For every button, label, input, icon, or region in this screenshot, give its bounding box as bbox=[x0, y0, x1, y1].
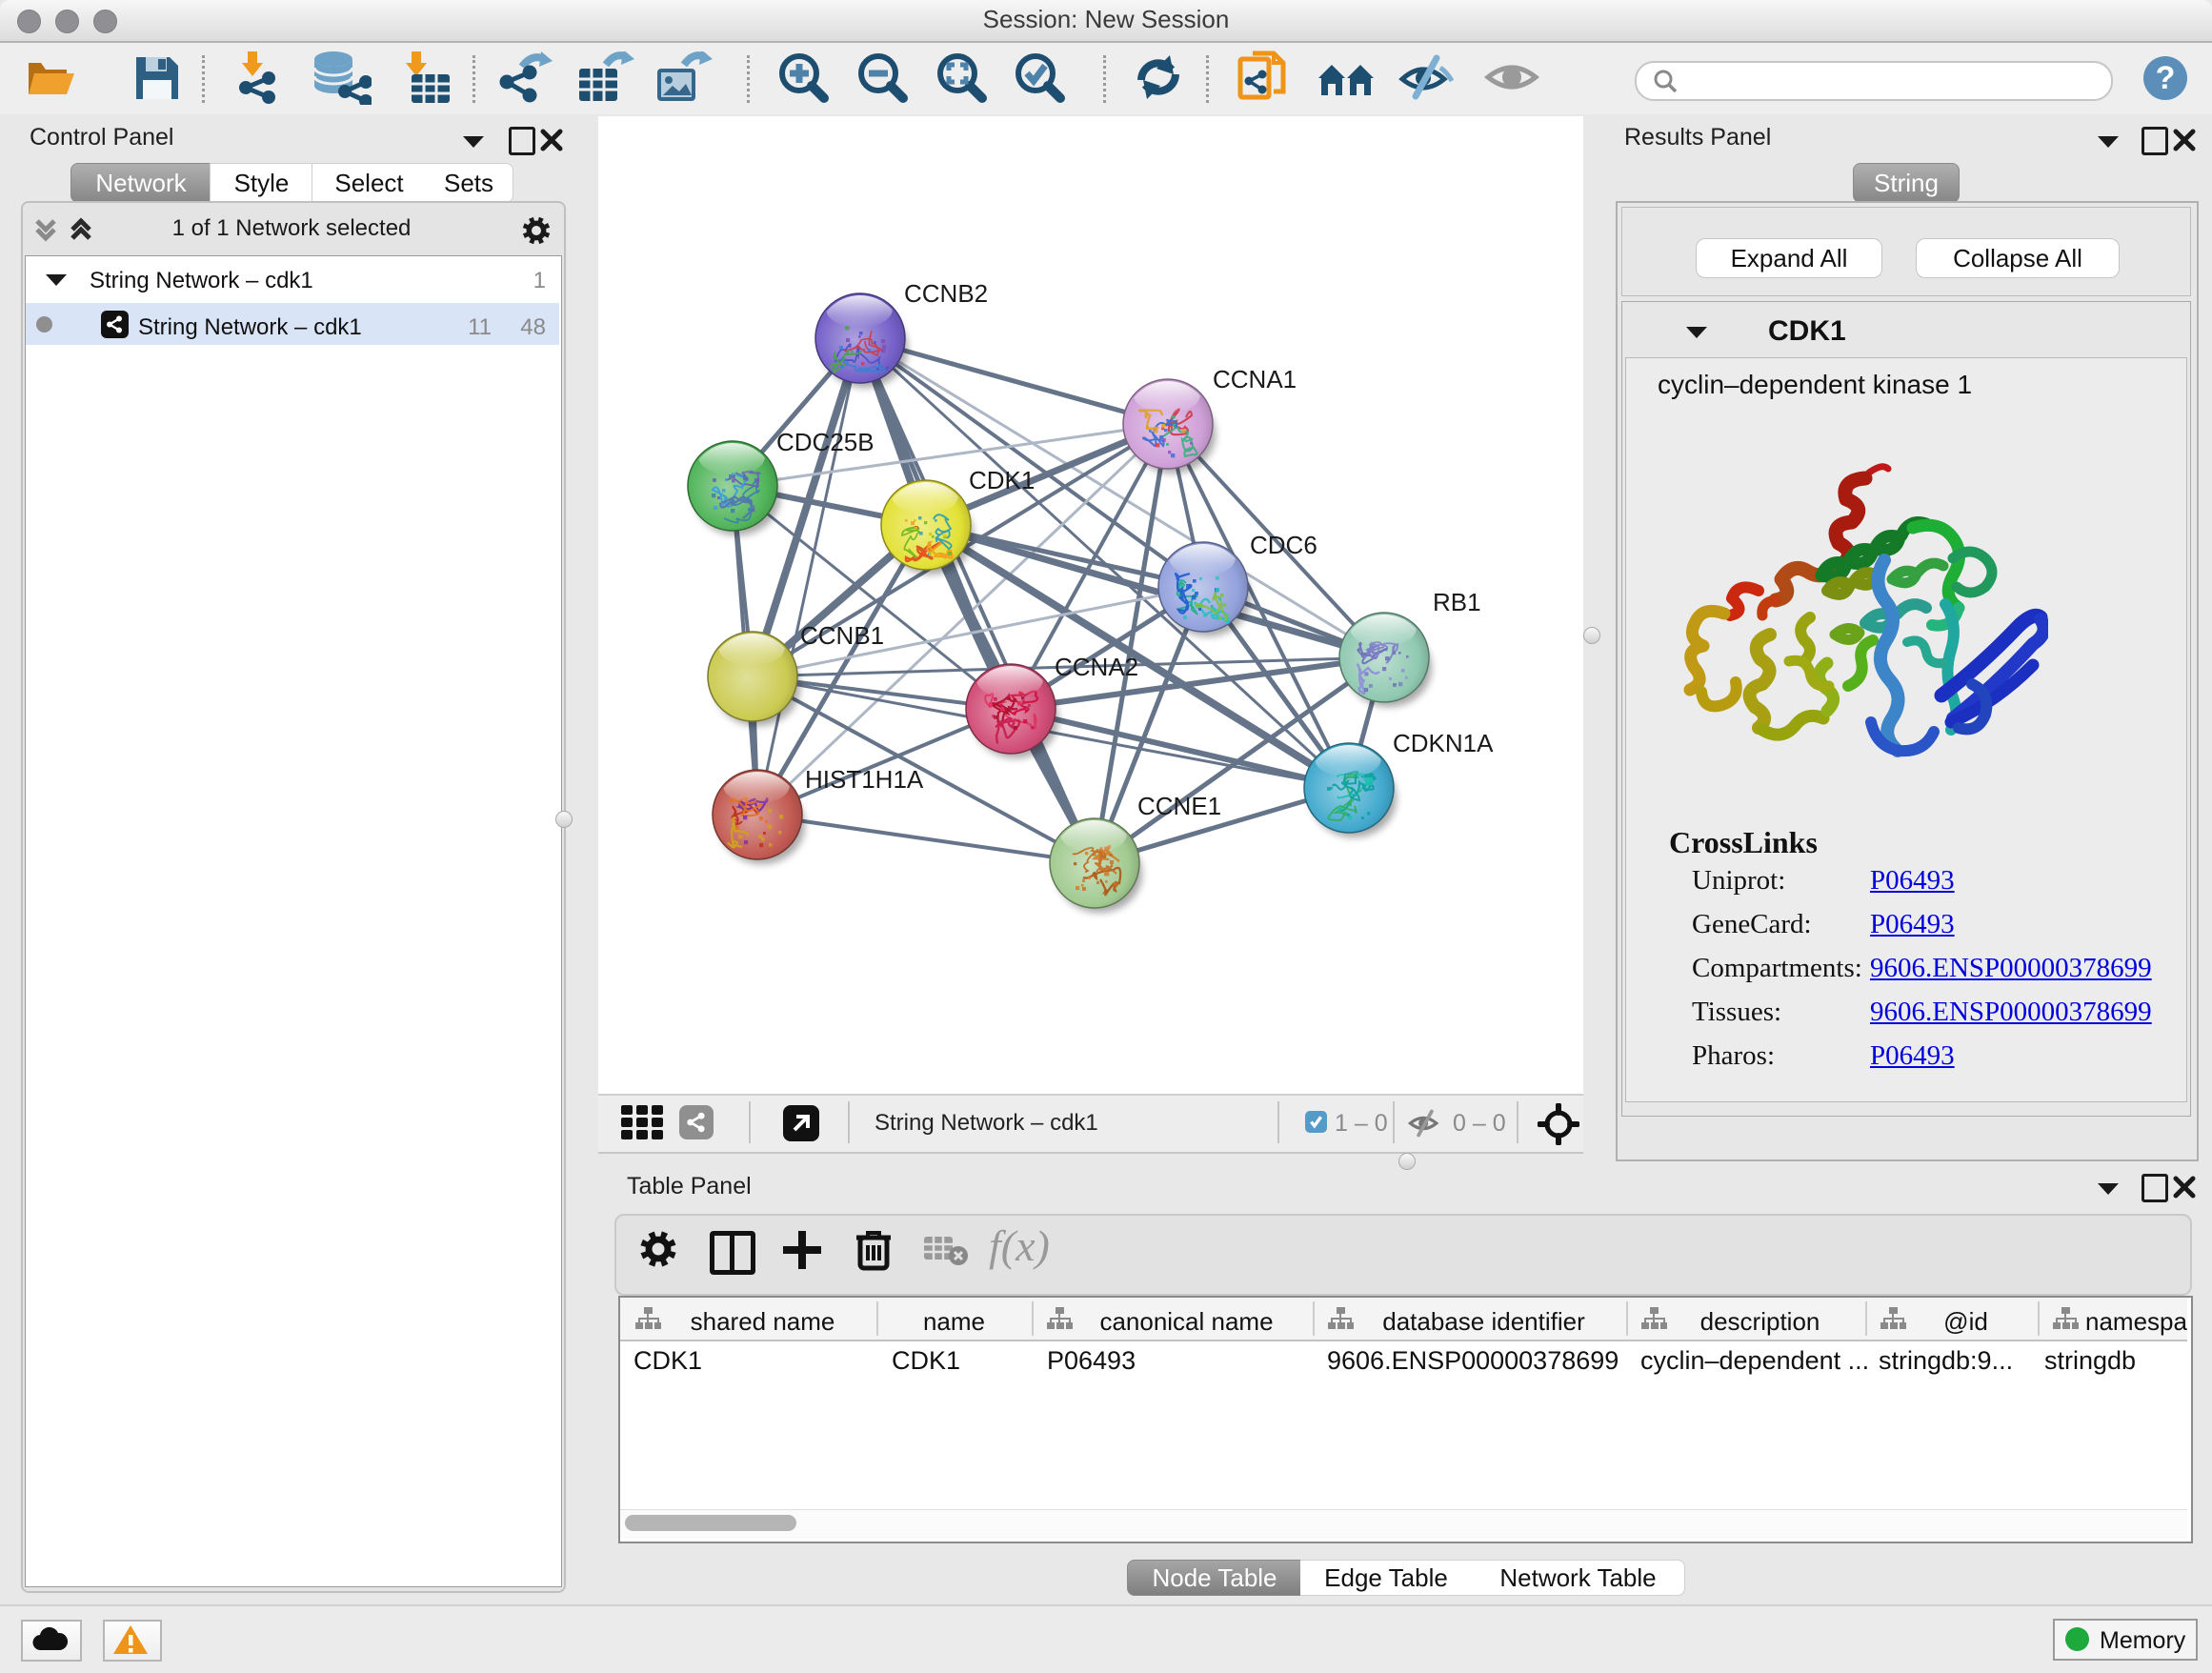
svg-text:RB1: RB1 bbox=[1433, 588, 1481, 616]
svg-text:CDK1: CDK1 bbox=[969, 466, 1035, 494]
svg-text:CDC6: CDC6 bbox=[1250, 531, 1317, 559]
svg-text:CDC25B: CDC25B bbox=[776, 428, 875, 456]
svg-text:CCNB1: CCNB1 bbox=[800, 621, 884, 650]
svg-text:CCNB2: CCNB2 bbox=[904, 279, 988, 308]
svg-text:CCNA2: CCNA2 bbox=[1055, 653, 1138, 681]
svg-text:HIST1H1A: HIST1H1A bbox=[805, 765, 924, 794]
svg-text:CCNA1: CCNA1 bbox=[1213, 365, 1297, 393]
svg-text:CDKN1A: CDKN1A bbox=[1393, 729, 1494, 757]
svg-text:CCNE1: CCNE1 bbox=[1137, 792, 1221, 820]
